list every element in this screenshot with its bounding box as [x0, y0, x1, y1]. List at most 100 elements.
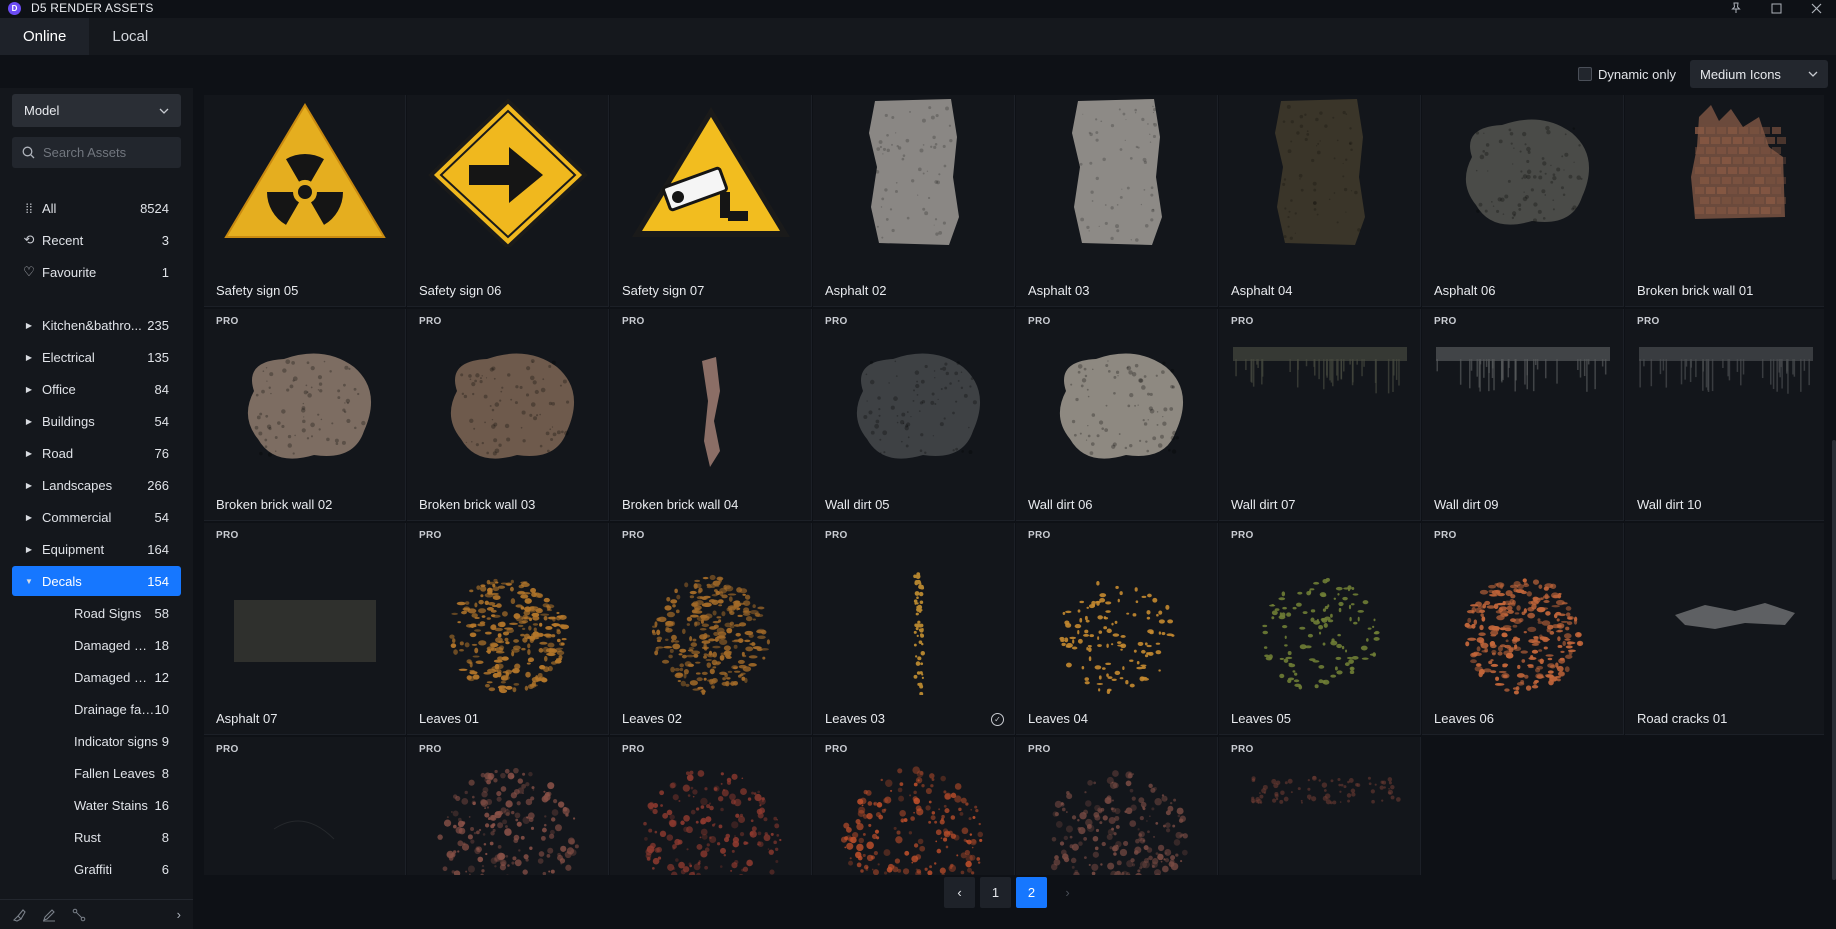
nav-item-label: Water Stains	[74, 797, 148, 813]
asset-thumbnail	[214, 545, 396, 695]
asset-card[interactable]: PRO	[1016, 737, 1218, 875]
pro-badge: PRO	[1637, 316, 1660, 327]
asset-name: Leaves 05	[1231, 711, 1291, 726]
asset-card[interactable]: PRO Broken brick wall 02	[204, 309, 406, 521]
next-page-button[interactable]: ›	[1052, 877, 1083, 908]
asset-card[interactable]: Asphalt 02	[813, 95, 1015, 307]
sidebar-category-equipment[interactable]: ▶ Equipment 164	[12, 534, 181, 564]
asset-card[interactable]: PRO Broken brick wall 04	[610, 309, 812, 521]
sidebar-subcategory-water-stains[interactable]: Water Stains 16	[12, 790, 181, 820]
asset-card[interactable]: PRO Wall dirt 05	[813, 309, 1015, 521]
asset-card[interactable]: PRO Asphalt 07	[204, 523, 406, 735]
pro-badge: PRO	[1231, 316, 1254, 327]
asset-card[interactable]: PRO Wall dirt 10	[1625, 309, 1824, 521]
asset-card[interactable]: Safety sign 05	[204, 95, 406, 307]
caret-down-icon: ▼	[25, 576, 33, 586]
asset-card[interactable]: Broken brick wall 01	[1625, 95, 1824, 307]
asset-thumbnail	[1229, 331, 1411, 481]
asset-thumbnail	[417, 331, 599, 481]
asset-card[interactable]: PRO	[204, 737, 406, 875]
asset-card[interactable]: PRO	[610, 737, 812, 875]
sidebar-subcategory-drainage-facilities[interactable]: Drainage facilities10	[12, 694, 181, 724]
sidebar-category-kitchen-bathro-[interactable]: ▶ Kitchen&bathro... 235	[12, 310, 181, 340]
pro-badge: PRO	[1028, 744, 1051, 755]
sidebar-subcategory-road-signs[interactable]: Road Signs 58	[12, 598, 181, 628]
node-icon[interactable]	[72, 908, 86, 922]
asset-card[interactable]: PRO Leaves 01	[407, 523, 609, 735]
sidebar-subcategory-damaged-pave-[interactable]: Damaged Pave...12	[12, 662, 181, 692]
pro-badge: PRO	[825, 316, 848, 327]
asset-card[interactable]: PRO Leaves 04	[1016, 523, 1218, 735]
asset-card[interactable]: PRO	[407, 737, 609, 875]
maximize-icon[interactable]	[1756, 0, 1796, 16]
asset-card[interactable]: PRO Wall dirt 06	[1016, 309, 1218, 521]
page-1-button[interactable]: 1	[980, 877, 1011, 908]
expand-sidebar-icon[interactable]: ›	[177, 907, 181, 922]
pro-badge: PRO	[216, 744, 239, 755]
sidebar: Model ⁞⁞ All 8524 ⟲ Recent 3 ♡ Favourite 1 ▶ Kitch…	[0, 88, 193, 929]
asset-name: Broken brick wall 02	[216, 497, 333, 512]
nav-item-label: Damaged walls	[74, 637, 155, 653]
sidebar-category-electrical[interactable]: ▶ Electrical 135	[12, 342, 181, 372]
pen-icon[interactable]	[42, 908, 56, 922]
asset-thumbnail	[214, 331, 396, 481]
asset-card[interactable]: Asphalt 04	[1219, 95, 1421, 307]
asset-card[interactable]: PRO	[1219, 737, 1421, 875]
tab-local[interactable]: Local	[89, 18, 171, 55]
sidebar-subcategory-fallen-leaves[interactable]: Fallen Leaves 8	[12, 758, 181, 788]
pro-badge: PRO	[1028, 530, 1051, 541]
caret-right-icon: ▶	[25, 320, 33, 330]
sidebar-subcategory-graffiti[interactable]: Graffiti 6	[12, 854, 181, 884]
asset-thumbnail	[1026, 545, 1208, 695]
asset-card[interactable]: Road cracks 01	[1625, 523, 1824, 735]
caret-right-icon: ▶	[25, 448, 33, 458]
asset-card[interactable]: PRO Broken brick wall 03	[407, 309, 609, 521]
asset-card[interactable]: Asphalt 03	[1016, 95, 1218, 307]
app-title: D5 RENDER ASSETS	[31, 1, 154, 15]
sidebar-subcategory-damaged-walls[interactable]: Damaged walls 18	[12, 630, 181, 660]
asset-card[interactable]: PRO Leaves 02	[610, 523, 812, 735]
sidebar-item-favourite[interactable]: ♡ Favourite 1	[12, 257, 181, 287]
sidebar-category-office[interactable]: ▶ Office 84	[12, 374, 181, 404]
view-mode-select[interactable]: Medium Icons	[1690, 60, 1828, 88]
pin-icon[interactable]	[1716, 0, 1756, 16]
sidebar-category-landscapes[interactable]: ▶ Landscapes 266	[12, 470, 181, 500]
search-box[interactable]	[12, 137, 181, 168]
nav-item-label: Drainage facilities	[74, 701, 155, 717]
close-icon[interactable]	[1796, 0, 1836, 16]
page-2-button[interactable]: 2	[1016, 877, 1047, 908]
prev-page-button[interactable]: ‹	[944, 877, 975, 908]
sidebar-subcategory-indicator-signs[interactable]: Indicator signs 9	[12, 726, 181, 756]
sidebar-category-commercial[interactable]: ▶ Commercial 54	[12, 502, 181, 532]
asset-card[interactable]: PRO Wall dirt 09	[1422, 309, 1624, 521]
sidebar-category-decals[interactable]: ▼ Decals 154	[12, 566, 181, 596]
asset-card[interactable]: PRO Wall dirt 07	[1219, 309, 1421, 521]
tab-online[interactable]: Online	[0, 18, 90, 55]
asset-card[interactable]: PRO	[813, 737, 1015, 875]
nav-item-label: Recent	[42, 232, 84, 248]
search-input[interactable]	[43, 145, 173, 160]
sidebar-category-buildings[interactable]: ▶ Buildings 54	[12, 406, 181, 436]
grid-scrollbar[interactable]	[1832, 440, 1836, 880]
asset-thumbnail	[1432, 97, 1614, 247]
model-select[interactable]: Model	[12, 94, 181, 127]
dynamic-only-checkbox[interactable]	[1577, 67, 1592, 81]
sidebar-item-recent[interactable]: ⟲ Recent 3	[12, 225, 181, 255]
sidebar-subcategory-rust[interactable]: Rust 8	[12, 822, 181, 852]
pro-badge: PRO	[622, 744, 645, 755]
caret-right-icon: ▶	[25, 352, 33, 362]
sidebar-category-road[interactable]: ▶ Road 76	[12, 438, 181, 468]
asset-thumbnail	[823, 97, 1005, 247]
asset-name: Asphalt 03	[1028, 283, 1090, 298]
sidebar-item-all[interactable]: ⁞⁞ All 8524	[12, 193, 181, 223]
nav-item-count: 16	[154, 797, 169, 813]
asset-card[interactable]: Safety sign 06	[407, 95, 609, 307]
asset-card[interactable]: Safety sign 07	[610, 95, 812, 307]
asset-card[interactable]: PRO Leaves 03 ✓	[813, 523, 1015, 735]
brush-icon[interactable]	[12, 908, 26, 922]
asset-card[interactable]: Asphalt 06	[1422, 95, 1624, 307]
app-logo-icon: D	[8, 1, 21, 15]
asset-name: Wall dirt 05	[825, 497, 890, 512]
asset-card[interactable]: PRO Leaves 06	[1422, 523, 1624, 735]
asset-card[interactable]: PRO Leaves 05	[1219, 523, 1421, 735]
